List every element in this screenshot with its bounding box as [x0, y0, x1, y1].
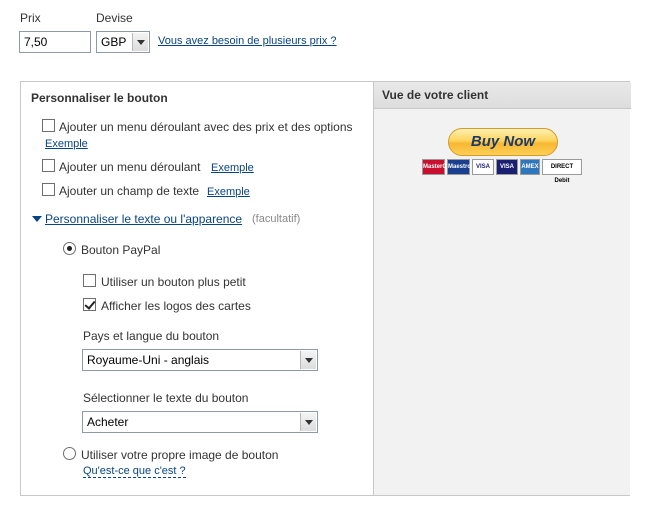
- smaller-button-checkbox[interactable]: [83, 274, 96, 287]
- own-image-label: Utiliser votre propre image de bouton: [81, 448, 279, 462]
- preview-title: Vue de votre client: [374, 82, 631, 109]
- button-text-value: Acheter: [87, 415, 129, 429]
- show-card-logos-label: Afficher les logos des cartes: [101, 299, 251, 313]
- optional-note: (facultatif): [252, 213, 301, 225]
- visa-electron-icon: VISA: [496, 159, 518, 175]
- dropdown-menu-label: Ajouter un menu déroulant: [59, 160, 201, 174]
- example-link-1[interactable]: Exemple: [45, 138, 88, 150]
- whats-this-link[interactable]: Qu'est-ce que c'est ?: [83, 465, 186, 478]
- dropdown-menu-checkbox[interactable]: [42, 159, 55, 172]
- multiple-prices-link[interactable]: Vous avez besoin de plusieurs prix ?: [158, 35, 337, 47]
- dropdown-prices-options-checkbox[interactable]: [42, 119, 55, 132]
- country-language-value: Royaume-Uni - anglais: [87, 353, 210, 367]
- price-input[interactable]: [19, 31, 91, 53]
- preview-panel: Vue de votre client Buy Now MasterCard M…: [373, 82, 631, 495]
- buy-now-button[interactable]: Buy Now: [448, 128, 558, 156]
- price-label: Prix: [20, 11, 41, 25]
- maestro-icon: Maestro: [447, 159, 471, 175]
- country-language-label: Pays et langue du bouton: [83, 329, 220, 343]
- button-text-label: Sélectionner le texte du bouton: [83, 391, 249, 405]
- currency-select-value: GBP: [101, 35, 127, 49]
- customize-title: Personnaliser le bouton: [31, 91, 168, 105]
- paypal-button-radio[interactable]: [63, 242, 76, 255]
- show-card-logos-checkbox[interactable]: [83, 298, 96, 311]
- chevron-down-icon[interactable]: [132, 33, 148, 51]
- own-image-radio[interactable]: [63, 447, 76, 460]
- chevron-down-icon[interactable]: [300, 351, 316, 369]
- expand-triangle-icon[interactable]: [32, 216, 42, 222]
- amex-icon: AMEX: [520, 159, 540, 175]
- paypal-button-label: Bouton PayPal: [81, 243, 161, 257]
- chevron-down-icon[interactable]: [300, 413, 316, 431]
- currency-label: Devise: [96, 11, 133, 25]
- smaller-button-label: Utiliser un bouton plus petit: [101, 275, 246, 289]
- mastercard-icon: MasterCard: [422, 159, 456, 175]
- customize-panel: Personnaliser le bouton Ajouter un menu …: [20, 81, 631, 496]
- currency-select[interactable]: GBP: [96, 31, 150, 53]
- dropdown-prices-options-label: Ajouter un menu déroulant avec des prix …: [59, 120, 353, 134]
- example-link-3[interactable]: Exemple: [207, 186, 250, 198]
- direct-debit-icon: DIRECT Debit: [542, 159, 582, 184]
- text-field-checkbox[interactable]: [42, 183, 55, 196]
- button-text-select[interactable]: Acheter: [82, 411, 318, 433]
- country-language-select[interactable]: Royaume-Uni - anglais: [82, 349, 318, 371]
- example-link-2[interactable]: Exemple: [211, 162, 254, 174]
- customize-appearance-link[interactable]: Personnaliser le texte ou l'apparence: [45, 212, 242, 226]
- visa-icon: VISA: [472, 159, 494, 175]
- text-field-label: Ajouter un champ de texte: [59, 184, 200, 198]
